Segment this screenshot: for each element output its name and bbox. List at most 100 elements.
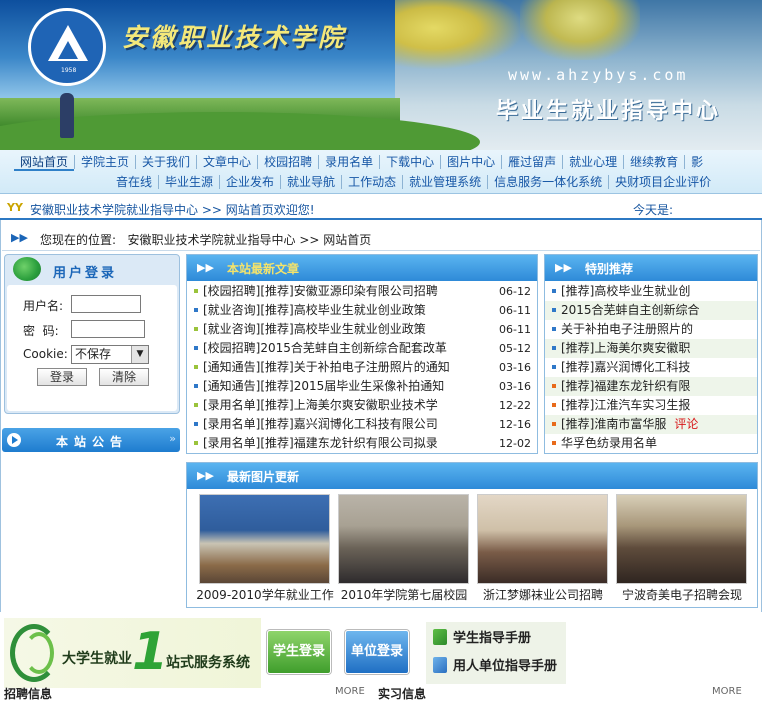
recommend-title[interactable]: 关于补拍电子注册照片的 [561, 320, 693, 339]
article-list-item[interactable]: [录用名单][推荐]上海美尔爽安徽职业技术学 12-22 [187, 396, 537, 415]
recommend-title[interactable]: [推荐]江淮汽车实习生报 [561, 396, 690, 415]
company-login-button[interactable]: 单位登录 [345, 630, 409, 674]
username-input[interactable] [71, 295, 141, 313]
login-button[interactable]: 登录 [37, 368, 87, 386]
nav-item[interactable]: 继续教育 [623, 155, 684, 169]
article-list-item[interactable]: [校园招聘][推荐]安徽亚源印染有限公司招聘 06-12 [187, 282, 537, 301]
student-login-button[interactable]: 学生登录 [267, 630, 331, 674]
article-list-item[interactable]: [通知通告][推荐]关于补拍电子注册照片的通知 03-16 [187, 358, 537, 377]
nav-item[interactable]: 雁过留声 [501, 155, 562, 169]
nav-item[interactable]: 文章中心 [196, 155, 257, 169]
recommend-text[interactable]: [推荐]江淮汽车实习生报 [561, 398, 690, 412]
bullet-icon [552, 403, 556, 407]
clear-button[interactable]: 清除 [99, 368, 149, 386]
article-title[interactable]: [就业咨询][推荐]高校毕业生就业创业政策 [203, 301, 426, 320]
main-navigation: 网站首页 学院主页 关于我们 文章中心 校园招聘 录用名单 下载中心 图片中心 雁过留声 就业心理… [0, 150, 762, 194]
article-title[interactable]: [就业咨询][推荐]高校毕业生就业创业政策 [203, 320, 426, 339]
article-title[interactable]: [录用名单][推荐]上海美尔爽安徽职业技术学 [203, 396, 438, 415]
nav-item[interactable]: 学院主页 [74, 155, 135, 169]
article-list-item[interactable]: [通知通告][推荐]2015届毕业生采像补拍通知 03-16 [187, 377, 537, 396]
recommend-list-item[interactable]: [推荐]上海美尔爽安徽职 [545, 339, 757, 358]
recommend-list-item[interactable]: [推荐]高校毕业生就业创 [545, 282, 757, 301]
recommend-title[interactable]: 华孚色纺录用名单 [561, 434, 657, 453]
article-date: 06-11 [499, 323, 531, 336]
recommend-text[interactable]: 关于补拍电子注册照片的 [561, 322, 693, 336]
recommend-list-item[interactable]: 2015合芜蚌自主创新综合 [545, 301, 757, 320]
article-list-item[interactable]: [录用名单][推荐]福建东龙针织有限公司拟录 12-02 [187, 434, 537, 453]
student-guide-link[interactable]: 学生指导手册 [433, 627, 531, 646]
nav-item[interactable]: 影 [684, 155, 709, 169]
users-icon [13, 257, 41, 281]
picture-caption[interactable]: 2010年学院第七届校园 [334, 586, 474, 603]
recommend-list-item[interactable]: 华孚色纺录用名单 [545, 434, 757, 453]
recommend-text[interactable]: [推荐]上海美尔爽安徽职 [561, 341, 690, 355]
nav-item[interactable]: 图片中心 [440, 155, 501, 169]
article-date: 06-12 [499, 285, 531, 298]
nav-item[interactable]: 音在线 [110, 175, 158, 189]
breadcrumb-path[interactable]: 安徽职业技术学院就业指导中心 >> 网站首页 [128, 233, 372, 247]
recommend-text[interactable]: [推荐]淮南市富华服 [561, 417, 666, 431]
nav-item[interactable]: 毕业生源 [158, 175, 219, 189]
recommend-text[interactable]: [推荐]高校毕业生就业创 [561, 284, 690, 298]
login-header: 用户登录 [5, 255, 179, 285]
picture-caption[interactable]: 宁波奇美电子招聘会现 [612, 586, 752, 603]
recommend-text[interactable]: 2015合芜蚌自主创新综合 [561, 303, 700, 317]
recommend-title[interactable]: [推荐]上海美尔爽安徽职 [561, 339, 690, 358]
nav-item[interactable]: 企业发布 [219, 175, 280, 189]
one-stop-service-banner[interactable]: 大学生就业 1 站式服务系统 [4, 618, 261, 688]
picture-caption[interactable]: 2009-2010学年就业工作 [195, 586, 335, 603]
nav-item[interactable]: 录用名单 [318, 155, 379, 169]
nav-item[interactable]: 就业管理系统 [402, 175, 487, 189]
article-date: 06-11 [499, 304, 531, 317]
recommend-list-item[interactable]: [推荐]江淮汽车实习生报 [545, 396, 757, 415]
recommend-list-item[interactable]: [推荐]淮南市富华服 评论 [545, 415, 757, 434]
article-title[interactable]: [通知通告][推荐]关于补拍电子注册照片的通知 [203, 358, 450, 377]
nav-item[interactable]: 信息服务一体化系统 [487, 175, 608, 189]
article-list-item[interactable]: [校园招聘]2015合芜蚌自主创新综合配套改革 05-12 [187, 339, 537, 358]
picture-thumbnail[interactable] [616, 494, 747, 584]
nav-item[interactable]: 校园招聘 [257, 155, 318, 169]
recommend-title[interactable]: [推荐]福建东龙针织有限 [561, 377, 690, 396]
article-title[interactable]: [校园招聘]2015合芜蚌自主创新综合配套改革 [203, 339, 447, 358]
double-chevron-icon[interactable]: » [169, 432, 176, 445]
cookie-select[interactable]: 不保存 ▼ [71, 345, 149, 364]
recommend-list-item[interactable]: [推荐]嘉兴润博化工科技 [545, 358, 757, 377]
picture-caption[interactable]: 浙江梦娜袜业公司招聘 [473, 586, 613, 603]
recommend-title[interactable]: 2015合芜蚌自主创新综合 [561, 301, 700, 320]
notice-header: 本站公告 » [2, 428, 180, 452]
picture-thumbnail[interactable] [477, 494, 608, 584]
recommend-text[interactable]: 华孚色纺录用名单 [561, 436, 657, 450]
nav-item[interactable]: 就业心理 [562, 155, 623, 169]
bullet-icon [552, 289, 556, 293]
nav-item[interactable]: 关于我们 [135, 155, 196, 169]
nav-item[interactable]: 网站首页 [14, 155, 75, 171]
picture-thumbnail[interactable] [338, 494, 469, 584]
password-input[interactable] [71, 320, 145, 338]
recommend-title[interactable]: [推荐]高校毕业生就业创 [561, 282, 690, 301]
article-title[interactable]: [校园招聘][推荐]安徽亚源印染有限公司招聘 [203, 282, 438, 301]
article-title[interactable]: [通知通告][推荐]2015届毕业生采像补拍通知 [203, 377, 444, 396]
article-title[interactable]: [录用名单][推荐]福建东龙针织有限公司拟录 [203, 434, 438, 453]
nav-item[interactable]: 工作动态 [341, 175, 402, 189]
article-title[interactable]: [录用名单][推荐]嘉兴润博化工科技有限公司 [203, 415, 438, 434]
nav-item[interactable]: 央财项目企业评价 [608, 175, 717, 189]
recruit-more-link[interactable]: MORE [335, 686, 365, 697]
chevron-down-icon[interactable]: ▼ [131, 346, 148, 363]
nav-item[interactable]: 就业导航 [280, 175, 341, 189]
cookie-label: Cookie: [23, 347, 68, 361]
recommend-title[interactable]: [推荐]嘉兴润博化工科技 [561, 358, 690, 377]
recommend-text[interactable]: [推荐]嘉兴润博化工科技 [561, 360, 690, 374]
picture-thumbnail[interactable] [199, 494, 330, 584]
recommend-text[interactable]: [推荐]福建东龙针织有限 [561, 379, 690, 393]
article-list-item[interactable]: [就业咨询][推荐]高校毕业生就业创业政策 06-11 [187, 301, 537, 320]
recommend-title[interactable]: [推荐]淮南市富华服 评论 [561, 415, 698, 434]
article-list-item[interactable]: [就业咨询][推荐]高校毕业生就业创业政策 06-11 [187, 320, 537, 339]
recommend-list-item[interactable]: 关于补拍电子注册照片的 [545, 320, 757, 339]
comment-link[interactable]: 评论 [674, 417, 698, 431]
article-list-item[interactable]: [录用名单][推荐]嘉兴润博化工科技有限公司 12-16 [187, 415, 537, 434]
employer-guide-link[interactable]: 用人单位指导手册 [433, 655, 557, 674]
recommend-list-item[interactable]: [推荐]福建东龙针织有限 [545, 377, 757, 396]
swirl-logo-inner [24, 632, 54, 674]
nav-item[interactable]: 下载中心 [379, 155, 440, 169]
intern-more-link[interactable]: MORE [712, 686, 742, 697]
